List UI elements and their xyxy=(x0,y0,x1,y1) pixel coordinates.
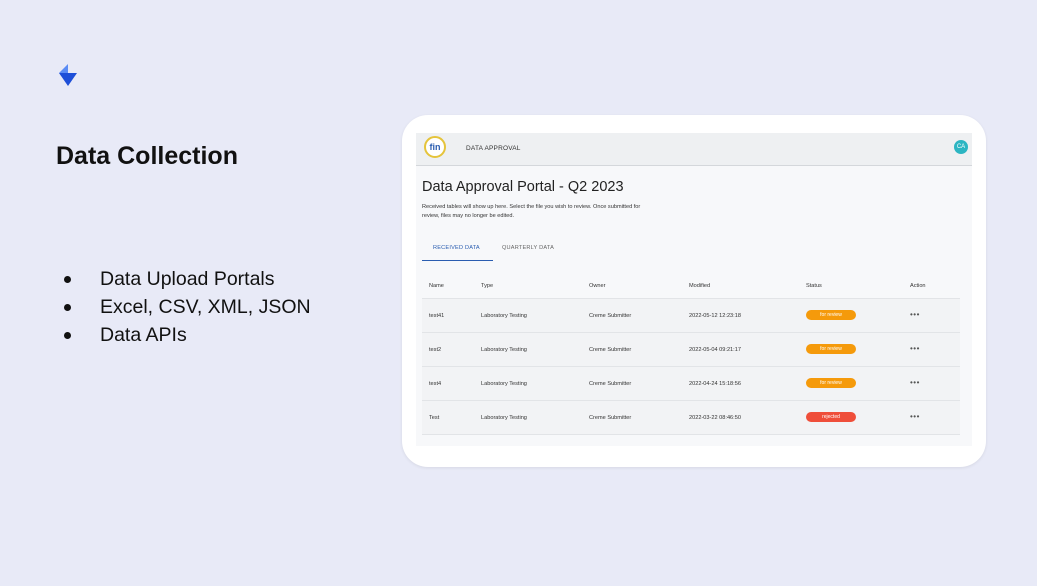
column-header-owner[interactable]: Owner xyxy=(589,283,605,289)
bullet-text: Data Upload Portals xyxy=(100,268,275,290)
screenshot-frame: fin DATA APPROVAL CA Data Approval Porta… xyxy=(402,115,986,467)
app-logo[interactable]: fin xyxy=(424,136,446,158)
tab-received-data[interactable]: RECEIVED DATA xyxy=(433,245,480,251)
row-type: Laboratory Testing xyxy=(481,347,527,353)
row-name: test41 xyxy=(429,313,445,319)
status-badge: for review xyxy=(806,378,856,388)
column-header-type[interactable]: Type xyxy=(481,283,493,289)
row-action-menu-icon[interactable]: ••• xyxy=(910,412,920,421)
blue-arrow-logo-icon xyxy=(59,64,77,86)
table-row[interactable]: test41 Laboratory Testing Creme Submitte… xyxy=(422,299,960,333)
row-owner: Creme Submitter xyxy=(589,347,632,353)
status-badge: for review xyxy=(806,310,856,320)
active-tab-indicator xyxy=(422,260,493,261)
row-modified: 2022-03-22 08:46:50 xyxy=(689,415,741,421)
nav-data-approval[interactable]: DATA APPROVAL xyxy=(466,145,521,152)
column-header-status[interactable]: Status xyxy=(806,283,822,289)
page-description: Received tables will show up here. Selec… xyxy=(422,204,641,219)
tab-quarterly-data[interactable]: QUARTERLY DATA xyxy=(502,245,554,251)
status-badge: for review xyxy=(806,344,856,354)
row-type: Laboratory Testing xyxy=(481,381,527,387)
bullet-list: Data Upload Portals Excel, CSV, XML, JSO… xyxy=(64,265,311,349)
table-row[interactable]: test2 Laboratory Testing Creme Submitter… xyxy=(422,333,960,367)
column-header-modified[interactable]: Modified xyxy=(689,283,710,289)
bullet-text: Data APIs xyxy=(100,324,187,346)
table-row[interactable]: Test Laboratory Testing Creme Submitter … xyxy=(422,401,960,435)
status-badge: rejected xyxy=(806,412,856,422)
table-row[interactable]: test4 Laboratory Testing Creme Submitter… xyxy=(422,367,960,401)
slide-title: Data Collection xyxy=(56,142,238,170)
row-name: test2 xyxy=(429,347,442,353)
row-name: test4 xyxy=(429,381,442,387)
row-owner: Creme Submitter xyxy=(589,415,632,421)
row-action-menu-icon[interactable]: ••• xyxy=(910,310,920,319)
bullet-dot xyxy=(64,303,71,311)
bullet-dot xyxy=(64,275,71,283)
bullet-dot xyxy=(64,331,71,339)
row-action-menu-icon[interactable]: ••• xyxy=(910,378,920,387)
page-title: Data Approval Portal - Q2 2023 xyxy=(422,179,624,195)
data-table: Name Type Owner Modified Status Action t… xyxy=(422,274,960,435)
tab-bar: RECEIVED DATA QUARTERLY DATA xyxy=(422,239,962,261)
row-modified: 2022-05-04 09:21:17 xyxy=(689,347,741,353)
row-type: Laboratory Testing xyxy=(481,313,527,319)
app-screen: fin DATA APPROVAL CA Data Approval Porta… xyxy=(416,133,972,446)
user-avatar[interactable]: CA xyxy=(954,140,968,154)
bullet-item: Data APIs xyxy=(64,321,311,349)
table-header: Name Type Owner Modified Status Action xyxy=(422,274,960,299)
bullet-item: Excel, CSV, XML, JSON xyxy=(64,293,311,321)
row-name: Test xyxy=(429,415,440,421)
row-owner: Creme Submitter xyxy=(589,381,632,387)
bullet-text: Excel, CSV, XML, JSON xyxy=(100,296,311,318)
row-modified: 2022-05-12 12:23:18 xyxy=(689,313,741,319)
app-header: fin DATA APPROVAL CA xyxy=(416,133,972,166)
bullet-item: Data Upload Portals xyxy=(64,265,311,293)
column-header-name[interactable]: Name xyxy=(429,283,444,289)
column-header-action: Action xyxy=(910,283,926,289)
row-owner: Creme Submitter xyxy=(589,313,632,319)
row-type: Laboratory Testing xyxy=(481,415,527,421)
row-modified: 2022-04-24 15:18:56 xyxy=(689,381,741,387)
row-action-menu-icon[interactable]: ••• xyxy=(910,344,920,353)
